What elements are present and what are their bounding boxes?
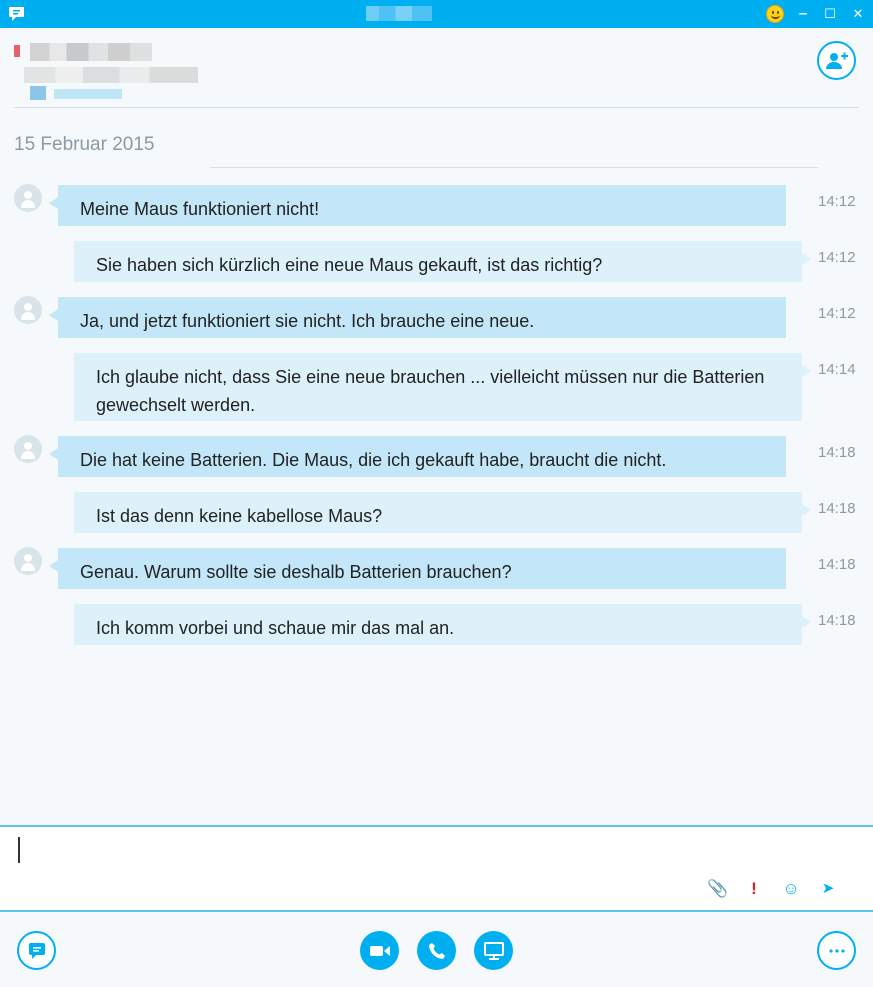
chat-icon — [28, 942, 45, 959]
location-icon — [30, 86, 46, 100]
message-time: 14:12 — [818, 193, 856, 210]
more-options-button[interactable] — [817, 931, 856, 970]
message-outgoing[interactable]: Sie haben sich kürzlich eine neue Maus g… — [74, 241, 811, 282]
contact-name-redacted[interactable] — [30, 43, 152, 61]
message-incoming[interactable]: Genau. Warum sollte sie deshalb Batterie… — [49, 548, 786, 589]
chat-button[interactable] — [17, 931, 56, 970]
contact-avatar[interactable] — [14, 547, 42, 575]
contact-avatar[interactable] — [14, 435, 42, 463]
conversation-date: 15 Februar 2015 — [14, 134, 155, 155]
add-contact-icon — [825, 52, 848, 69]
emoticon-button[interactable]: ☺ — [781, 879, 801, 899]
message-time: 14:12 — [818, 249, 856, 266]
message-outgoing[interactable]: Ich komm vorbei und schaue mir das mal a… — [74, 604, 811, 645]
contact-mood-redacted — [24, 67, 198, 83]
text-caret — [18, 837, 20, 863]
contact-avatar[interactable] — [14, 296, 42, 324]
video-call-icon — [369, 945, 390, 956]
screen-share-icon — [483, 941, 504, 960]
message-outgoing[interactable]: Ist das denn keine kabellose Maus? — [74, 492, 811, 533]
message-incoming[interactable]: Ja, und jetzt funktioniert sie nicht. Ic… — [49, 297, 786, 338]
send-button[interactable]: ➤ — [818, 879, 838, 899]
message-incoming[interactable]: Meine Maus funktioniert nicht! — [49, 185, 786, 226]
attach-file-button[interactable]: 📎 — [707, 879, 728, 899]
important-button[interactable]: ! — [744, 879, 764, 899]
message-time: 14:18 — [818, 444, 856, 461]
message-time: 14:18 — [818, 556, 856, 573]
smiley-icon[interactable] — [766, 5, 784, 23]
presence-icon — [14, 45, 20, 57]
date-divider — [210, 167, 818, 168]
message-input[interactable]: 📎 ! ☺ ➤ — [0, 825, 873, 912]
message-time: 14:12 — [818, 305, 856, 322]
call-toolbar — [0, 912, 873, 987]
header-divider — [14, 107, 859, 108]
close-button[interactable]: ✕ — [847, 4, 869, 24]
phone-icon — [428, 942, 445, 959]
screen-share-button[interactable] — [474, 931, 513, 970]
message-time: 14:14 — [818, 361, 856, 378]
message-time: 14:18 — [818, 500, 856, 517]
maximize-button[interactable]: ☐ — [819, 4, 841, 24]
minimize-button[interactable]: – — [792, 4, 814, 24]
message-time: 14:18 — [818, 612, 856, 629]
contact-location-redacted[interactable] — [54, 89, 122, 99]
add-contact-button[interactable] — [817, 41, 856, 80]
more-icon — [828, 948, 845, 953]
skype-logo-icon — [9, 7, 24, 21]
window-title-redacted — [366, 6, 432, 21]
message-outgoing[interactable]: Ich glaube nicht, dass Sie eine neue bra… — [74, 353, 811, 421]
video-call-button[interactable] — [360, 931, 399, 970]
title-bar: – ☐ ✕ — [0, 0, 873, 28]
contact-avatar[interactable] — [14, 184, 42, 212]
message-incoming[interactable]: Die hat keine Batterien. Die Maus, die i… — [49, 436, 786, 477]
audio-call-button[interactable] — [417, 931, 456, 970]
